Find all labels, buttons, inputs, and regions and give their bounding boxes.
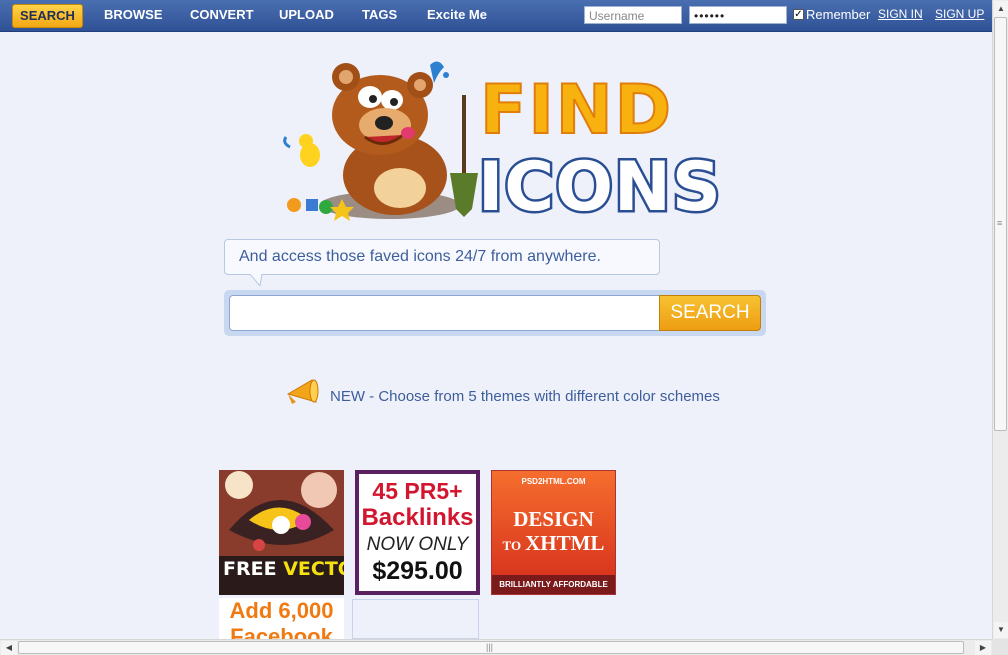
ad2-line2: Backlinks [361,504,474,531]
find-icons-logo[interactable]: FIND ICONS [270,55,723,230]
ad2-line3: NOW ONLY [366,534,469,555]
ad3-xhtml: XHTML [525,531,605,555]
ad4-line1: Add 6,000 [229,598,334,623]
nav-excite-me[interactable]: Excite Me [427,7,487,22]
ad-free-vectors[interactable]: FREE VECTORS [219,470,344,595]
ad2-line1: 45 PR5+ [372,478,463,504]
remember-label: Remember [806,7,871,22]
password-field[interactable]: •••••• [689,6,787,24]
top-nav-bar: SEARCH BROWSE CONVERT UPLOAD TAGS Excite… [0,0,992,32]
horizontal-scroll-thumb[interactable]: ||| [18,641,964,654]
logo-find-text: FIND [480,71,673,150]
vertical-scrollbar[interactable]: ▲ ≡ ▼ [992,0,1008,639]
scroll-up-arrow-icon[interactable]: ▲ [994,1,1008,17]
ad-design-to-xhtml[interactable]: PSD2HTML.COM DESIGN TO XHTML BRILLIANTLY… [491,470,616,595]
megaphone-icon [286,379,319,404]
ad-facebook[interactable]: Add 6,000 Facebook [219,598,344,639]
sign-up-link[interactable]: SIGN UP [935,7,984,21]
remember-checkbox[interactable]: ✓ [793,9,804,20]
horizontal-scrollbar[interactable]: ◀ ||| ▶ [0,639,992,655]
bubble-tail [250,274,263,286]
tagline-bubble: And access those faved icons 24/7 from a… [224,239,660,275]
bear-mascot-icon: FIND ICONS [283,61,723,230]
vertical-scroll-thumb[interactable]: ≡ [994,17,1007,431]
ad3-line1: DESIGN [513,507,594,531]
sign-in-link[interactable]: SIGN IN [878,7,923,21]
nav-search-button[interactable]: SEARCH [12,4,83,28]
logo-icons-text: ICONS [478,148,720,225]
nav-tags[interactable]: TAGS [362,7,397,22]
news-link[interactable]: NEW - Choose from 5 themes with differen… [330,388,720,405]
ad-placeholder [352,599,479,639]
nav-browse[interactable]: BROWSE [104,7,163,22]
grip-icon: ||| [486,642,494,652]
search-button[interactable]: SEARCH [659,295,761,331]
nav-upload[interactable]: UPLOAD [279,7,334,22]
search-input[interactable] [229,295,659,331]
ad3-top: PSD2HTML.COM [521,477,586,486]
username-field[interactable]: Username [584,6,682,24]
ad2-line4: $295.00 [372,557,463,585]
ad-backlinks[interactable]: 45 PR5+ Backlinks NOW ONLY $295.00 [355,470,480,595]
ad1-caption: FREE VECTORS [223,558,344,580]
scroll-down-arrow-icon[interactable]: ▼ [994,622,1008,638]
ad1-free: FREE [223,558,277,580]
grip-icon: ≡ [997,218,1003,228]
nav-convert[interactable]: CONVERT [190,7,254,22]
ad3-line2: TO XHTML [492,531,615,556]
scroll-right-arrow-icon[interactable]: ▶ [975,641,991,655]
ad1-vectors: VECTORS [283,558,344,580]
search-bar: SEARCH [224,290,766,336]
ad3-bottom: BRILLIANTLY AFFORDABLE [492,575,615,594]
scroll-left-arrow-icon[interactable]: ◀ [1,641,17,655]
ad3-to: TO [502,538,522,553]
ad4-line2: Facebook [230,624,333,639]
scrollbar-corner [992,639,1008,655]
